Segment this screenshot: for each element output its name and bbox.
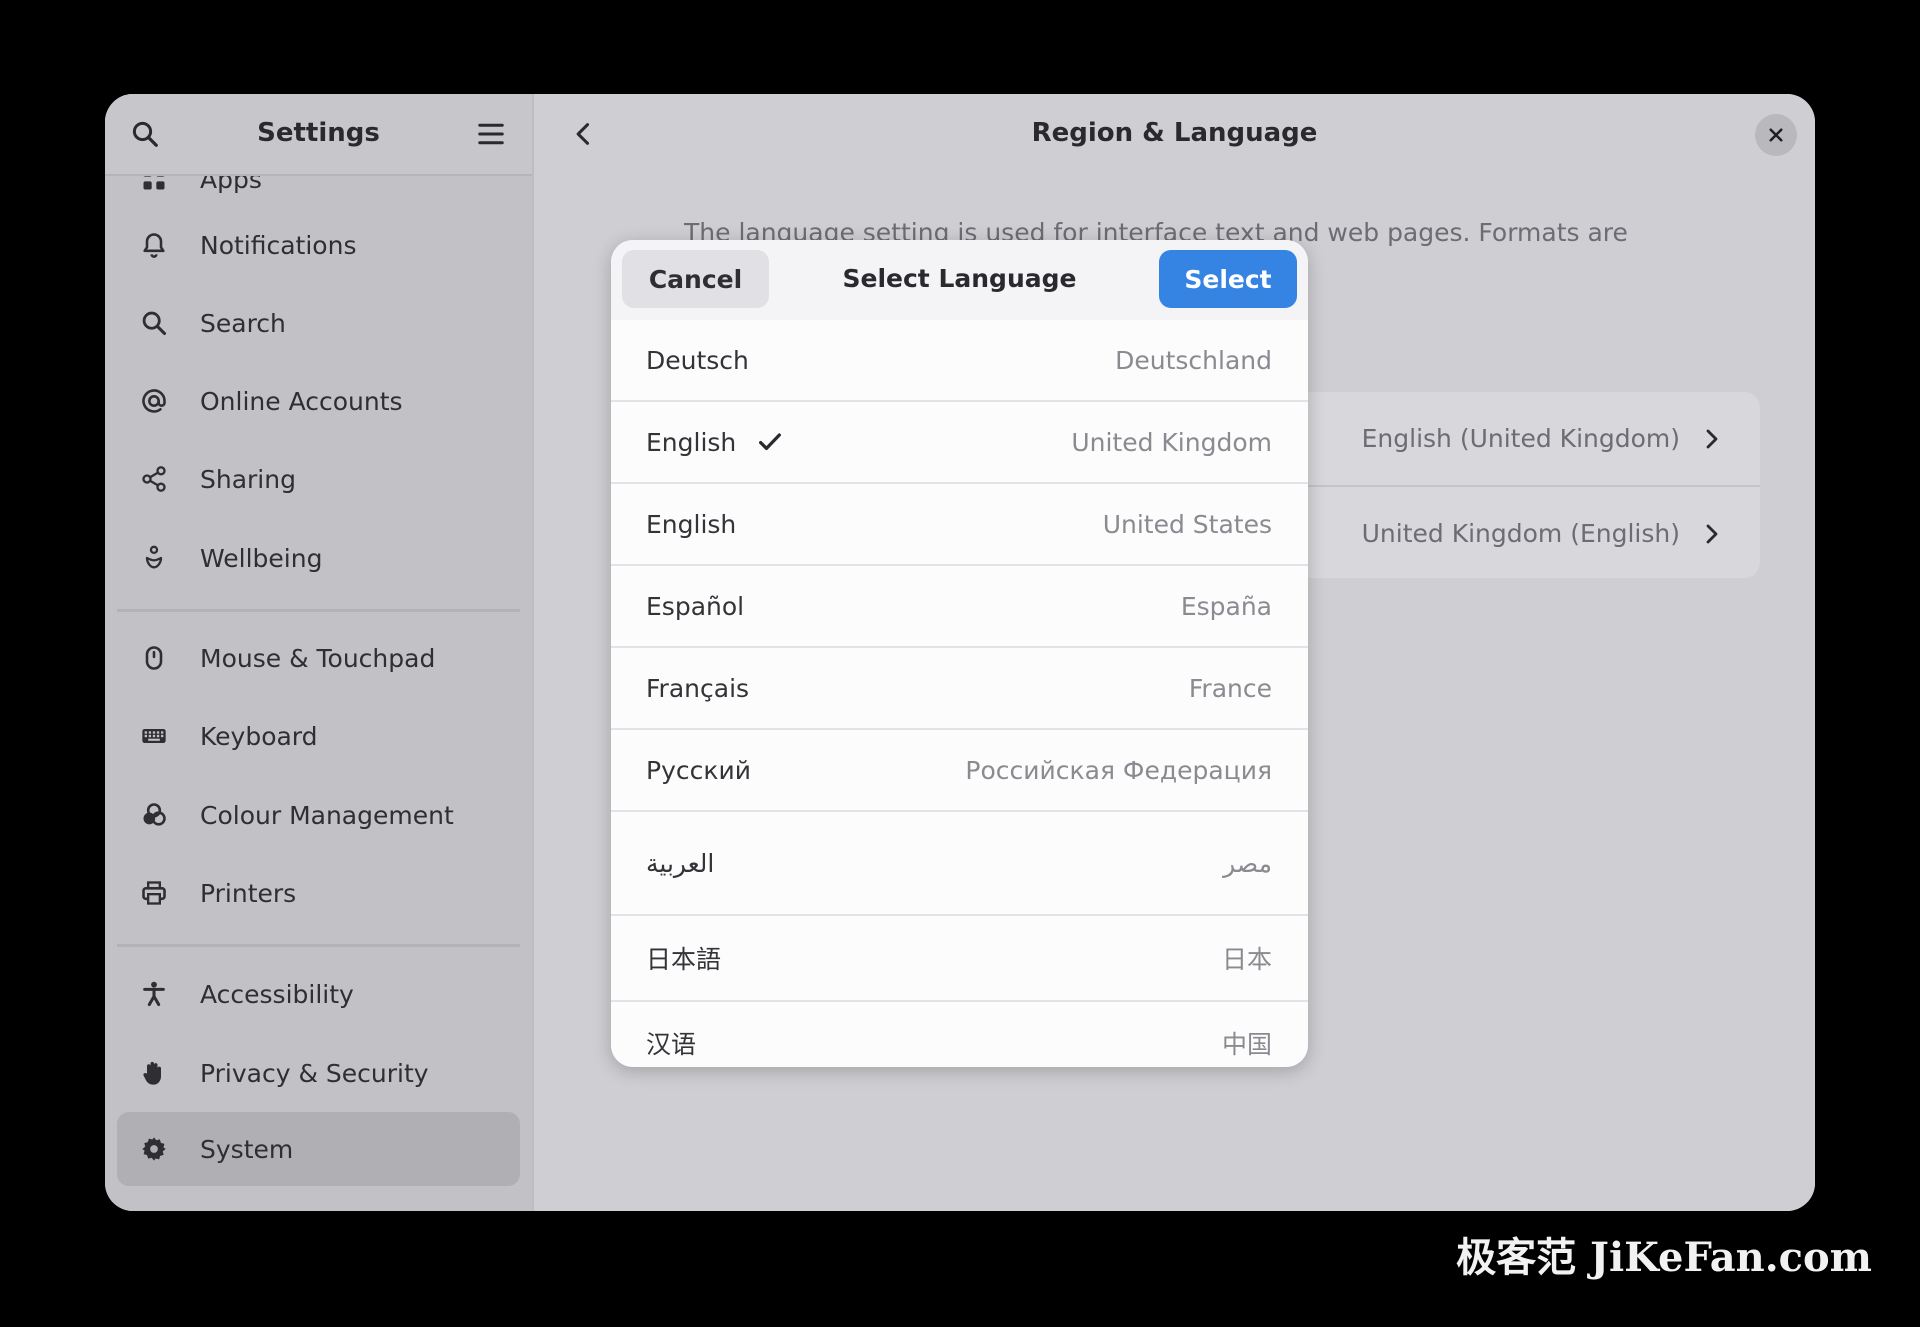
sidebar: Apps Notifications Search Online Account… <box>105 94 534 1211</box>
sidebar-item-label: Privacy & Security <box>200 1058 429 1088</box>
sidebar-item-label: Keyboard <box>200 721 318 751</box>
language-name: Español <box>646 591 745 621</box>
sidebar-item-notifications[interactable]: Notifications <box>117 208 520 282</box>
dialog-header: Cancel Select Language Select <box>611 240 1308 320</box>
sidebar-item-system[interactable]: System <box>117 1112 520 1186</box>
sidebar-separator <box>117 944 520 947</box>
sidebar-item-label: Accessibility <box>200 979 354 1009</box>
sidebar-item-colour-management[interactable]: Colour Management <box>117 778 520 852</box>
sidebar-item-online-accounts[interactable]: Online Accounts <box>117 364 520 438</box>
language-name: Deutsch <box>646 345 749 375</box>
language-region: 中国 <box>1221 1030 1272 1059</box>
language-row-russian[interactable]: Русский Российская Федерация <box>611 730 1308 812</box>
select-language-dialog: Cancel Select Language Select Deutsch De… <box>611 240 1308 1067</box>
language-row-francais[interactable]: Français France <box>611 648 1308 730</box>
sidebar-header: Settings <box>105 94 532 176</box>
sidebar-item-keyboard[interactable]: Keyboard <box>117 699 520 773</box>
hamburger-icon <box>478 123 504 145</box>
language-region: مصر <box>1223 848 1272 878</box>
hand-icon <box>139 1058 169 1088</box>
sidebar-item-mouse-touchpad[interactable]: Mouse & Touchpad <box>117 621 520 695</box>
menu-button[interactable] <box>469 112 513 156</box>
sidebar-item-label: Mouse & Touchpad <box>200 643 436 673</box>
language-name: English <box>646 427 737 457</box>
language-row-english-us[interactable]: English United States <box>611 484 1308 566</box>
sidebar-item-label: Search <box>200 308 286 338</box>
language-name: Русский <box>646 755 751 785</box>
at-icon <box>139 386 169 416</box>
language-region: 日本 <box>1221 945 1272 974</box>
sidebar-item-sharing[interactable]: Sharing <box>117 442 520 516</box>
language-row-japanese[interactable]: 日本語 日本 <box>611 916 1308 1002</box>
sidebar-item-printers[interactable]: Printers <box>117 856 520 930</box>
mouse-icon <box>139 643 169 673</box>
language-value: English (United Kingdom) <box>1361 424 1680 453</box>
search-icon <box>139 308 169 338</box>
apps-icon <box>139 174 169 194</box>
sidebar-item-label: Colour Management <box>200 800 454 830</box>
sidebar-item-label: Sharing <box>200 464 296 494</box>
language-region: United Kingdom <box>1071 427 1272 457</box>
checkmark-icon <box>759 433 781 451</box>
sidebar-item-label: Printers <box>200 878 297 908</box>
sidebar-item-wellbeing[interactable]: Wellbeing <box>117 521 520 595</box>
sidebar-item-label: Notifications <box>200 230 357 260</box>
language-row-english-uk[interactable]: English United Kingdom <box>611 402 1308 484</box>
language-row-deutsch[interactable]: Deutsch Deutschland <box>611 320 1308 402</box>
sidebar-item-accessibility[interactable]: Accessibility <box>117 957 520 1031</box>
language-region: United States <box>1102 509 1272 539</box>
select-button[interactable]: Select <box>1159 250 1297 308</box>
chevron-right-icon <box>1706 429 1718 448</box>
language-region: España <box>1180 591 1272 621</box>
language-region: Deutschland <box>1115 345 1272 375</box>
sidebar-item-privacy-security[interactable]: Privacy & Security <box>117 1036 520 1110</box>
language-name: English <box>646 509 737 539</box>
chevron-right-icon <box>1706 524 1718 543</box>
language-name: Français <box>646 673 750 703</box>
language-region: Российская Федерация <box>965 755 1272 785</box>
keyboard-icon <box>139 721 169 751</box>
sidebar-title: Settings <box>257 118 380 148</box>
sidebar-item-label: Online Accounts <box>200 386 403 416</box>
language-row-arabic[interactable]: العربية مصر <box>611 812 1308 916</box>
sidebar-list[interactable]: Apps Notifications Search Online Account… <box>105 174 532 1211</box>
wellbeing-icon <box>139 543 169 573</box>
sidebar-separator <box>117 609 520 612</box>
gear-icon <box>139 1134 169 1164</box>
accessibility-icon <box>139 979 169 1009</box>
close-button[interactable] <box>1755 114 1797 156</box>
language-name: العربية <box>646 848 715 878</box>
sidebar-item-label: Wellbeing <box>200 543 323 573</box>
language-list[interactable]: Deutsch Deutschland English United Kingd… <box>611 320 1308 1067</box>
sidebar-item-search[interactable]: Search <box>117 286 520 360</box>
language-name: 日本語 <box>646 945 722 974</box>
sidebar-item-label: Apps <box>200 174 262 194</box>
page-title: Region & Language <box>1031 118 1318 148</box>
watermark: 极客范 JiKeFan.com <box>1456 1234 1872 1281</box>
bell-icon <box>139 230 169 260</box>
language-row-espanol[interactable]: Español España <box>611 566 1308 648</box>
language-name: 汉语 <box>646 1030 697 1059</box>
printer-icon <box>139 878 169 908</box>
close-icon <box>1769 128 1783 142</box>
language-row-chinese[interactable]: 汉语 中国 <box>611 1002 1308 1067</box>
colour-icon <box>139 800 169 830</box>
language-region: France <box>1188 673 1272 703</box>
formats-value: United Kingdom (English) <box>1361 519 1680 548</box>
sidebar-item-label: System <box>200 1134 294 1164</box>
share-icon <box>139 464 169 494</box>
